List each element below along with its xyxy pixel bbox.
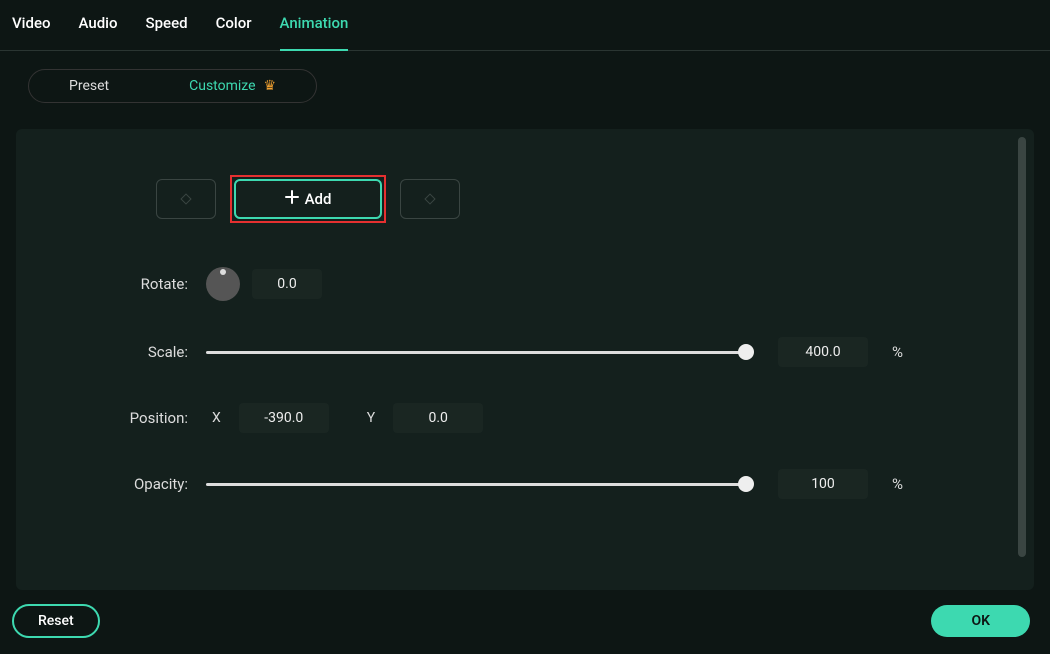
tab-animation[interactable]: Animation [280,14,349,40]
opacity-unit: % [892,475,903,493]
next-keyframe-button[interactable] [400,179,460,219]
scale-label: Scale: [76,343,206,361]
subtab-preset[interactable]: Preset [29,70,149,102]
sub-tabs-row: Preset Customize ♛ [0,51,1050,121]
position-y-label: Y [361,410,381,426]
position-y-input[interactable]: 0.0 [393,403,483,433]
subtab-customize[interactable]: Customize ♛ [149,70,316,102]
prev-keyframe-icon [182,192,190,207]
rotate-value-input[interactable]: 0.0 [252,269,322,299]
scale-slider[interactable] [206,351,746,354]
position-x-label: X [206,410,227,426]
keyframe-row: Add [156,175,974,223]
add-highlight-box: Add [230,175,386,223]
scale-slider-thumb[interactable] [738,344,754,360]
opacity-value-input[interactable]: 100 [778,469,868,499]
tab-speed[interactable]: Speed [146,14,188,40]
scale-unit: % [892,343,903,361]
segmented-control: Preset Customize ♛ [28,69,317,103]
rotate-row: Rotate: 0.0 [76,267,974,301]
position-x-input[interactable]: -390.0 [239,403,329,433]
footer: Reset OK [0,590,1050,654]
opacity-label: Opacity: [76,475,206,493]
rotate-label: Rotate: [76,275,206,293]
content-panel: Add Rotate: 0.0 Scale: 400.0 % [16,129,1034,590]
position-label: Position: [76,409,206,427]
ok-button[interactable]: OK [931,605,1030,637]
opacity-row: Opacity: 100 % [76,469,974,499]
next-keyframe-icon [426,192,434,207]
main-tabs: Video Audio Speed Color Animation [0,0,1050,51]
scale-value-input[interactable]: 400.0 [778,337,868,367]
add-label: Add [305,190,332,208]
plus-icon [285,190,299,208]
content-area: Add Rotate: 0.0 Scale: 400.0 % [0,121,1050,590]
crown-icon: ♛ [264,78,277,94]
scrollbar[interactable] [1018,137,1026,557]
subtab-customize-label: Customize [189,78,255,94]
tab-video[interactable]: Video [12,14,51,40]
opacity-slider-thumb[interactable] [738,476,754,492]
opacity-slider[interactable] [206,483,746,486]
prev-keyframe-button[interactable] [156,179,216,219]
tab-audio[interactable]: Audio [79,14,118,40]
tab-color[interactable]: Color [216,14,252,40]
add-keyframe-button[interactable]: Add [234,179,382,219]
position-row: Position: X -390.0 Y 0.0 [76,403,974,433]
reset-button[interactable]: Reset [12,604,100,638]
rotate-knob[interactable] [206,267,240,301]
scale-row: Scale: 400.0 % [76,337,974,367]
